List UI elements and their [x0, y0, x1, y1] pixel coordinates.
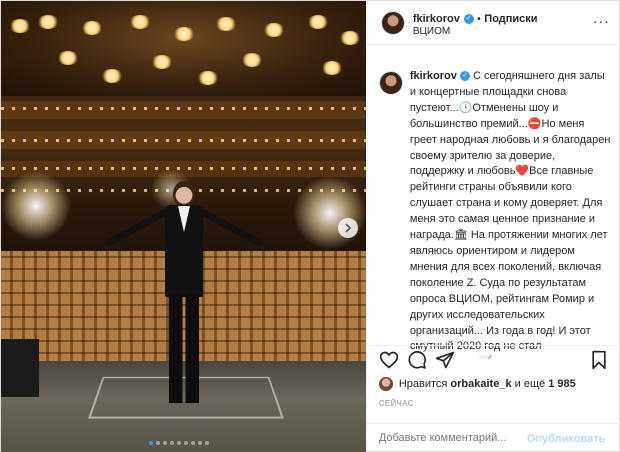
balcony-tier	[1, 101, 366, 119]
author-line: fkirkorov ✓ • Подписки	[413, 10, 538, 25]
carousel-dot	[163, 441, 167, 445]
balcony-lights	[1, 139, 366, 142]
carousel-dot	[156, 441, 160, 445]
post-sidebar: fkirkorov ✓ • Подписки ВЦИОМ ··· fkirkor…	[365, 1, 620, 452]
chandelier-light	[57, 51, 79, 65]
chandelier-light	[129, 15, 151, 29]
likes-prefix: Нравится	[398, 378, 448, 390]
chandelier-light	[339, 31, 361, 45]
carousel-dot	[149, 441, 153, 445]
chandelier-light	[151, 55, 173, 69]
post-header: fkirkorov ✓ • Подписки ВЦИОМ ···	[366, 1, 620, 45]
next-slide-button[interactable]	[338, 218, 358, 238]
bookmark-icon[interactable]	[589, 350, 609, 370]
caption-body: С сегодняшнего дня залы и концертные пло…	[409, 70, 611, 359]
author-avatar[interactable]	[380, 11, 405, 35]
chandelier-light	[197, 71, 219, 85]
liker-username[interactable]: orbakaite_k	[450, 378, 511, 390]
caption-text: fkirkorov ✓ С сегодняшнего дня залы и ко…	[410, 69, 612, 359]
spotlight-glow	[293, 176, 366, 250]
chandelier-light	[263, 23, 285, 37]
liker-avatar[interactable]	[378, 377, 393, 391]
verified-badge-icon: ✓	[459, 71, 470, 82]
chandelier-light	[101, 69, 123, 83]
action-bar	[366, 345, 620, 373]
comment-input[interactable]	[378, 432, 529, 444]
likes-count[interactable]: 1 985	[548, 378, 576, 390]
chandelier-light	[307, 15, 329, 29]
spotlight-glow	[1, 171, 71, 241]
carousel-dot	[191, 441, 195, 445]
chandelier-light	[37, 15, 59, 29]
chandelier-light	[241, 53, 263, 67]
following-button[interactable]: Подписки	[484, 13, 537, 25]
comment-form: Опубликовать	[366, 423, 620, 452]
balcony-lights	[1, 167, 366, 170]
author-username[interactable]: fkirkorov	[413, 13, 460, 25]
instagram-post: fkirkorov ✓ • Подписки ВЦИОМ ··· fkirkor…	[0, 0, 620, 452]
chevron-right-icon	[345, 223, 352, 233]
comment-icon[interactable]	[407, 350, 427, 370]
likes-and-more: и ещё	[514, 378, 546, 390]
chandelier-light	[215, 17, 237, 31]
header-separator: •	[477, 14, 481, 25]
verified-badge-icon: ✓	[463, 13, 474, 24]
performer-figure	[161, 181, 207, 413]
chandelier-light	[81, 21, 103, 35]
performer-head	[173, 181, 195, 207]
caption-username[interactable]: fkirkorov	[410, 70, 457, 82]
caption-block: fkirkorov ✓ С сегодняшнего дня залы и ко…	[375, 59, 615, 359]
carousel-dot	[170, 441, 174, 445]
performer-legs	[169, 293, 199, 403]
post-photo[interactable]	[1, 1, 366, 452]
carousel-dot	[198, 441, 202, 445]
post-location[interactable]: ВЦИОМ	[413, 26, 450, 37]
carousel-dot	[205, 441, 209, 445]
chandelier-light	[173, 27, 195, 41]
carousel-indicator	[149, 441, 209, 445]
share-icon[interactable]	[435, 350, 455, 370]
likes-text: Нравится orbakaite_k и ещё 1 985	[399, 378, 576, 390]
balcony-lights	[1, 107, 366, 110]
chandelier-light	[9, 19, 31, 33]
publish-button[interactable]: Опубликовать	[527, 433, 606, 445]
heart-icon[interactable]	[379, 350, 399, 370]
chandelier-light	[321, 61, 343, 75]
more-options-icon[interactable]: ···	[593, 13, 610, 29]
carousel-dot	[184, 441, 188, 445]
likes-row: Нравится orbakaite_k и ещё 1 985	[367, 375, 620, 395]
carousel-dot	[177, 441, 181, 445]
post-timestamp[interactable]: СЕЙЧАС	[379, 399, 414, 408]
performer-arm-right	[197, 207, 265, 248]
caption-avatar[interactable]	[378, 71, 403, 95]
equipment-stand	[1, 339, 39, 397]
